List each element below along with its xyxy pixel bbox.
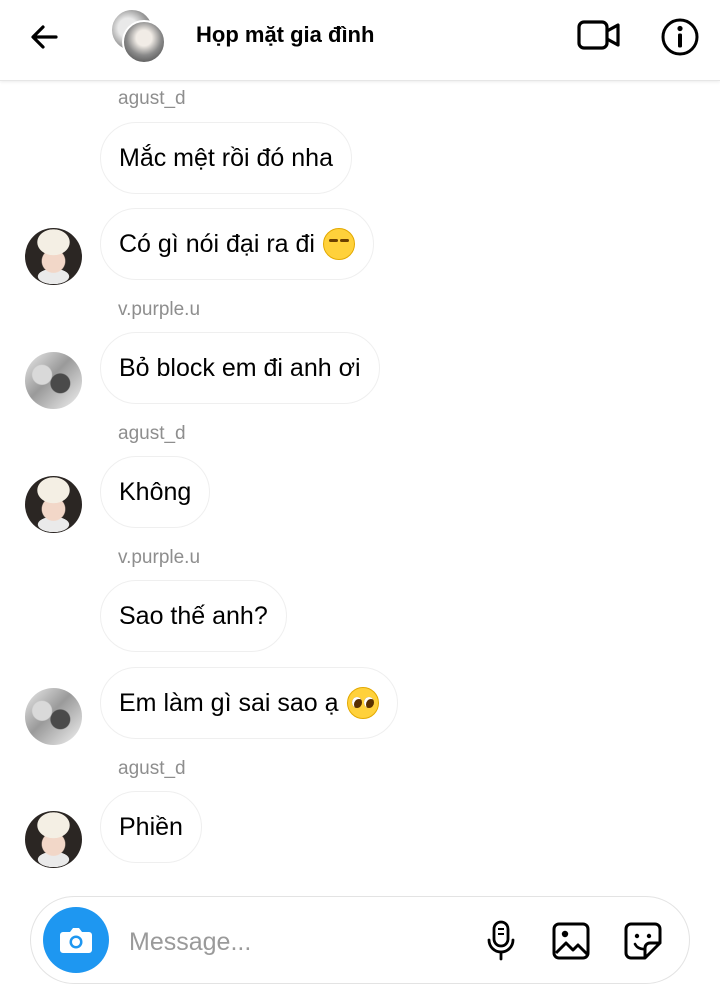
unamused-face-emoji — [322, 228, 355, 260]
sender-name: agust_d — [118, 88, 186, 109]
message-bubble[interactable]: Em làm gì sai sao ạ — [100, 667, 398, 739]
message-composer — [30, 896, 690, 984]
message-bubble[interactable]: Bỏ block em đi anh ơi — [100, 332, 380, 404]
message-text: Mắc mệt rồi đó nha — [119, 143, 333, 172]
microphone-icon[interactable] — [483, 919, 519, 963]
sender-avatar[interactable] — [25, 228, 82, 285]
sender-avatar[interactable] — [25, 352, 82, 409]
message-thread: agust_d Mắc mệt rồi đó nha Có gì nói đại… — [0, 80, 720, 890]
image-icon[interactable] — [551, 921, 591, 961]
video-camera-icon[interactable] — [576, 16, 622, 54]
arrow-left-icon[interactable] — [26, 19, 62, 55]
message-text: Có gì nói đại ra đi — [119, 229, 315, 258]
message-text: Em làm gì sai sao ạ — [119, 688, 339, 717]
message-text: Sao thế anh? — [119, 601, 268, 630]
sender-avatar[interactable] — [25, 476, 82, 533]
message-bubble[interactable]: Mắc mệt rồi đó nha — [100, 122, 352, 194]
sender-name: agust_d — [118, 423, 186, 444]
message-text: Bỏ block em đi anh ơi — [119, 353, 361, 382]
message-bubble[interactable]: Có gì nói đại ra đi — [100, 208, 374, 280]
camera-icon — [60, 928, 92, 953]
message-bubble[interactable]: Không — [100, 456, 211, 528]
message-input[interactable] — [127, 921, 461, 963]
chat-title[interactable]: Họp mặt gia đình — [196, 22, 374, 48]
sender-avatar[interactable] — [25, 688, 82, 745]
group-member-avatar — [122, 20, 166, 64]
sender-name: agust_d — [118, 758, 186, 779]
sender-avatar[interactable] — [25, 811, 82, 868]
message-text: Phiền — [119, 812, 183, 841]
camera-button[interactable] — [43, 907, 109, 973]
message-bubble[interactable]: Phiền — [100, 791, 202, 863]
chat-header: Họp mặt gia đình — [0, 0, 720, 81]
sticker-icon[interactable] — [623, 921, 663, 961]
pleading-face-emoji — [346, 687, 379, 719]
sender-name: v.purple.u — [118, 299, 201, 320]
info-icon[interactable] — [660, 17, 700, 57]
message-bubble[interactable]: Sao thế anh? — [100, 580, 287, 652]
sender-name: v.purple.u — [118, 547, 201, 568]
message-text: Không — [119, 477, 192, 506]
group-avatar[interactable] — [110, 8, 166, 64]
